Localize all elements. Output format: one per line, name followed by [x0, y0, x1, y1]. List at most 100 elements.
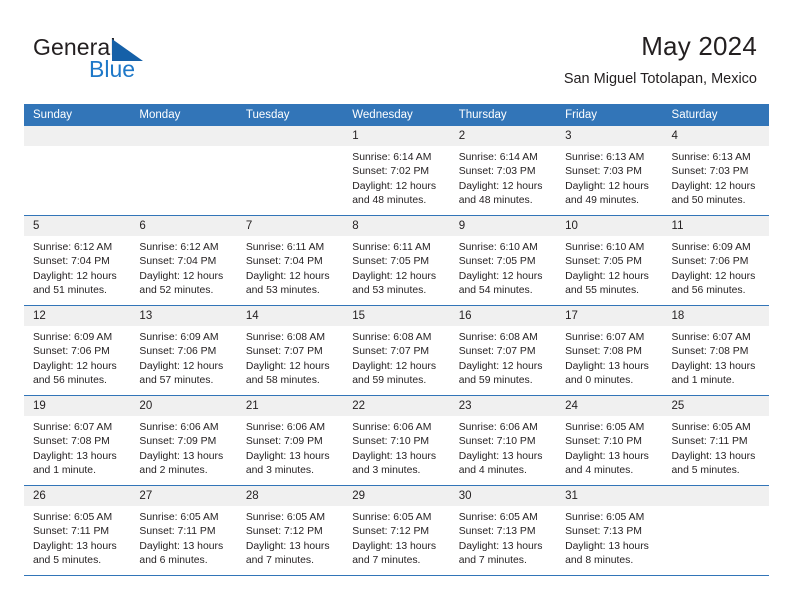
day-cell[interactable]: 5 Sunrise: 6:12 AM Sunset: 7:04 PM Daylight… [24, 216, 131, 305]
daylight-text-line2: and 48 minutes. [458, 195, 533, 207]
day-number: 14 [245, 310, 259, 322]
weekday-header-row: Sunday Monday Tuesday Wednesday Thursday Frid… [24, 104, 769, 126]
day-cell[interactable]: 8 Sunrise: 6:11 AM Sunset: 7:05 PM Daylight… [343, 216, 450, 305]
day-cell[interactable]: 11 Sunrise: 6:09 AM Sunset: 7:06 PM Dayligh… [662, 216, 769, 305]
daylight-text-line2: and 5 minutes. [671, 465, 740, 477]
day-cell[interactable]: 2 Sunrise: 6:14 AM Sunset: 7:03 PM Daylight… [449, 126, 557, 215]
day-sun-info: Sunrise: 6:05 AM Sunset: 7:12 PM Daylight:… [237, 506, 343, 569]
day-cell[interactable]: 27 Sunrise: 6:05 AM Sunset: 7:11 PM Dayligh… [130, 486, 237, 575]
sunset-text: Sunset: 7:10 PM [352, 436, 430, 448]
sunset-text: Sunset: 7:06 PM [671, 256, 749, 268]
day-cell[interactable]: 21 Sunrise: 6:06 AM Sunset: 7:09 PM Dayligh… [236, 396, 344, 485]
day-number-strip: 31 [556, 486, 663, 506]
day-number: 24 [565, 400, 578, 412]
daylight-text-line1: Daylight: 12 hours [458, 180, 543, 192]
day-cell[interactable]: 30 Sunrise: 6:05 AM Sunset: 7:13 PM Dayligh… [449, 486, 557, 575]
daylight-text-line1: Daylight: 12 hours [352, 270, 437, 282]
page-subtitle: San Miguel Totolapan, Mexico [563, 71, 757, 87]
day-sun-info: Sunrise: 6:08 AM Sunset: 7:07 PM Daylight:… [343, 326, 449, 389]
day-number: 30 [458, 490, 472, 502]
sunrise-text: Sunrise: 6:06 AM [245, 422, 325, 433]
day-cell[interactable]: 4 Sunrise: 6:13 AM Sunset: 7:03 PM Daylight… [662, 126, 769, 215]
day-cell[interactable]: 6 Sunrise: 6:12 AM Sunset: 7:04 PM Daylight… [130, 216, 237, 305]
day-cell[interactable]: 1 Sunrise: 6:14 AM Sunset: 7:02 PM Daylight… [343, 126, 450, 215]
day-cell[interactable]: 13 Sunrise: 6:09 AM Sunset: 7:06 PM Dayligh… [130, 306, 237, 395]
day-cell[interactable]: 7 Sunrise: 6:11 AM Sunset: 7:04 PM Daylight… [236, 216, 344, 305]
day-sun-info: Sunrise: 6:08 AM Sunset: 7:07 PM Daylight:… [450, 326, 556, 389]
day-cell[interactable]: 17 Sunrise: 6:07 AM Sunset: 7:08 PM Dayligh… [556, 306, 663, 395]
day-cell[interactable]: 12 Sunrise: 6:09 AM Sunset: 7:06 PM Dayligh… [24, 306, 131, 395]
sunrise-text: Sunrise: 6:07 AM [671, 332, 751, 343]
sunrise-text: Sunrise: 6:08 AM [458, 332, 538, 343]
daylight-text-line2: and 50 minutes. [671, 195, 746, 207]
daylight-text-line2: and 53 minutes. [245, 285, 320, 297]
weekday-header-friday: Friday [565, 109, 598, 121]
day-number: 28 [245, 490, 259, 502]
day-number-strip: 20 [130, 396, 237, 416]
day-number: 18 [671, 310, 685, 322]
daylight-text-line2: and 52 minutes. [139, 285, 214, 297]
day-cell[interactable]: 29 Sunrise: 6:05 AM Sunset: 7:12 PM Dayligh… [343, 486, 450, 575]
day-cell[interactable]: 28 Sunrise: 6:05 AM Sunset: 7:12 PM Dayligh… [236, 486, 344, 575]
sunset-text: Sunset: 7:08 PM [33, 436, 110, 448]
day-cell[interactable]: 25 Sunrise: 6:05 AM Sunset: 7:11 PM Dayligh… [662, 396, 769, 485]
day-number-strip: 14 [236, 306, 344, 326]
day-cell[interactable]: 15 Sunrise: 6:08 AM Sunset: 7:07 PM Dayligh… [343, 306, 450, 395]
sunset-text: Sunset: 7:10 PM [565, 436, 642, 448]
day-number-strip: 22 [343, 396, 450, 416]
calendar-grid: Sunday Monday Tuesday Wednesday Thursday Frid… [24, 104, 769, 576]
day-cell[interactable]: 10 Sunrise: 6:10 AM Sunset: 7:05 PM Dayligh… [556, 216, 663, 305]
day-cell[interactable]: 26 Sunrise: 6:05 AM Sunset: 7:11 PM Dayligh… [24, 486, 131, 575]
daylight-text-line1: Daylight: 13 hours [565, 360, 649, 372]
weekday-header-monday: Monday [139, 109, 181, 121]
day-number-strip: 30 [449, 486, 557, 506]
day-number-strip [24, 126, 131, 146]
day-number-strip: 29 [343, 486, 450, 506]
day-cell[interactable]: 3 Sunrise: 6:13 AM Sunset: 7:03 PM Daylight… [556, 126, 663, 215]
day-cell[interactable]: 20 Sunrise: 6:06 AM Sunset: 7:09 PM Dayligh… [130, 396, 237, 485]
day-number: 23 [458, 400, 472, 412]
day-cell[interactable]: 9 Sunrise: 6:10 AM Sunset: 7:05 PM Daylight… [449, 216, 557, 305]
day-cell[interactable]: 31 Sunrise: 6:05 AM Sunset: 7:13 PM Dayligh… [556, 486, 663, 575]
general-blue-logo[interactable]: General Blue [33, 34, 253, 89]
day-sun-info: Sunrise: 6:05 AM Sunset: 7:11 PM Daylight:… [663, 416, 769, 479]
daylight-text-line2: and 1 minute. [33, 465, 96, 477]
day-sun-info: Sunrise: 6:13 AM Sunset: 7:03 PM Daylight:… [663, 146, 769, 209]
day-sun-info: Sunrise: 6:05 AM Sunset: 7:13 PM Daylight:… [450, 506, 556, 569]
day-cell[interactable]: 23 Sunrise: 6:06 AM Sunset: 7:10 PM Dayligh… [449, 396, 557, 485]
day-sun-info: Sunrise: 6:06 AM Sunset: 7:09 PM Daylight:… [130, 416, 236, 479]
sunrise-text: Sunrise: 6:13 AM [671, 152, 751, 163]
daylight-text-line1: Daylight: 12 hours [565, 270, 649, 282]
day-number-strip: 13 [130, 306, 237, 326]
day-cell[interactable]: 16 Sunrise: 6:08 AM Sunset: 7:07 PM Dayligh… [449, 306, 557, 395]
day-cell[interactable]: 18 Sunrise: 6:07 AM Sunset: 7:08 PM Dayligh… [662, 306, 769, 395]
day-sun-info: Sunrise: 6:13 AM Sunset: 7:03 PM Daylight:… [556, 146, 662, 209]
day-number-strip: 2 [449, 126, 557, 146]
day-cell[interactable]: 24 Sunrise: 6:05 AM Sunset: 7:10 PM Dayligh… [556, 396, 663, 485]
sunset-text: Sunset: 7:07 PM [245, 346, 323, 358]
sunset-text: Sunset: 7:13 PM [565, 526, 642, 538]
title-block: May 2024 San Miguel Totolapan, Mexico [564, 30, 757, 88]
daylight-text-line2: and 48 minutes. [352, 195, 427, 207]
calendar-page: General Blue May 2024 San Miguel Totolap… [0, 0, 792, 612]
daylight-text-line1: Daylight: 12 hours [33, 360, 117, 372]
day-cell[interactable]: 19 Sunrise: 6:07 AM Sunset: 7:08 PM Dayligh… [24, 396, 131, 485]
sunset-text: Sunset: 7:03 PM [458, 166, 536, 178]
day-number-strip: 23 [449, 396, 557, 416]
weekday-header-saturday: Saturday [671, 109, 718, 121]
day-number: 3 [565, 130, 572, 142]
day-number-strip: 21 [236, 396, 344, 416]
daylight-text-line1: Daylight: 12 hours [458, 270, 543, 282]
day-sun-info: Sunrise: 6:10 AM Sunset: 7:05 PM Daylight:… [556, 236, 662, 299]
sunrise-text: Sunrise: 6:09 AM [33, 332, 113, 343]
day-sun-info: Sunrise: 6:11 AM Sunset: 7:04 PM Daylight:… [237, 236, 343, 299]
daylight-text-line2: and 54 minutes. [458, 285, 533, 297]
day-cell[interactable]: 14 Sunrise: 6:08 AM Sunset: 7:07 PM Dayligh… [236, 306, 344, 395]
day-sun-info: Sunrise: 6:12 AM Sunset: 7:04 PM Daylight:… [130, 236, 236, 299]
sunrise-text: Sunrise: 6:05 AM [245, 512, 325, 523]
day-cell[interactable]: 22 Sunrise: 6:06 AM Sunset: 7:10 PM Dayligh… [343, 396, 450, 485]
day-number: 19 [33, 400, 46, 412]
daylight-text-line1: Daylight: 12 hours [352, 180, 437, 192]
sunset-text: Sunset: 7:08 PM [671, 346, 749, 358]
day-sun-info: Sunrise: 6:09 AM Sunset: 7:06 PM Daylight:… [130, 326, 236, 389]
